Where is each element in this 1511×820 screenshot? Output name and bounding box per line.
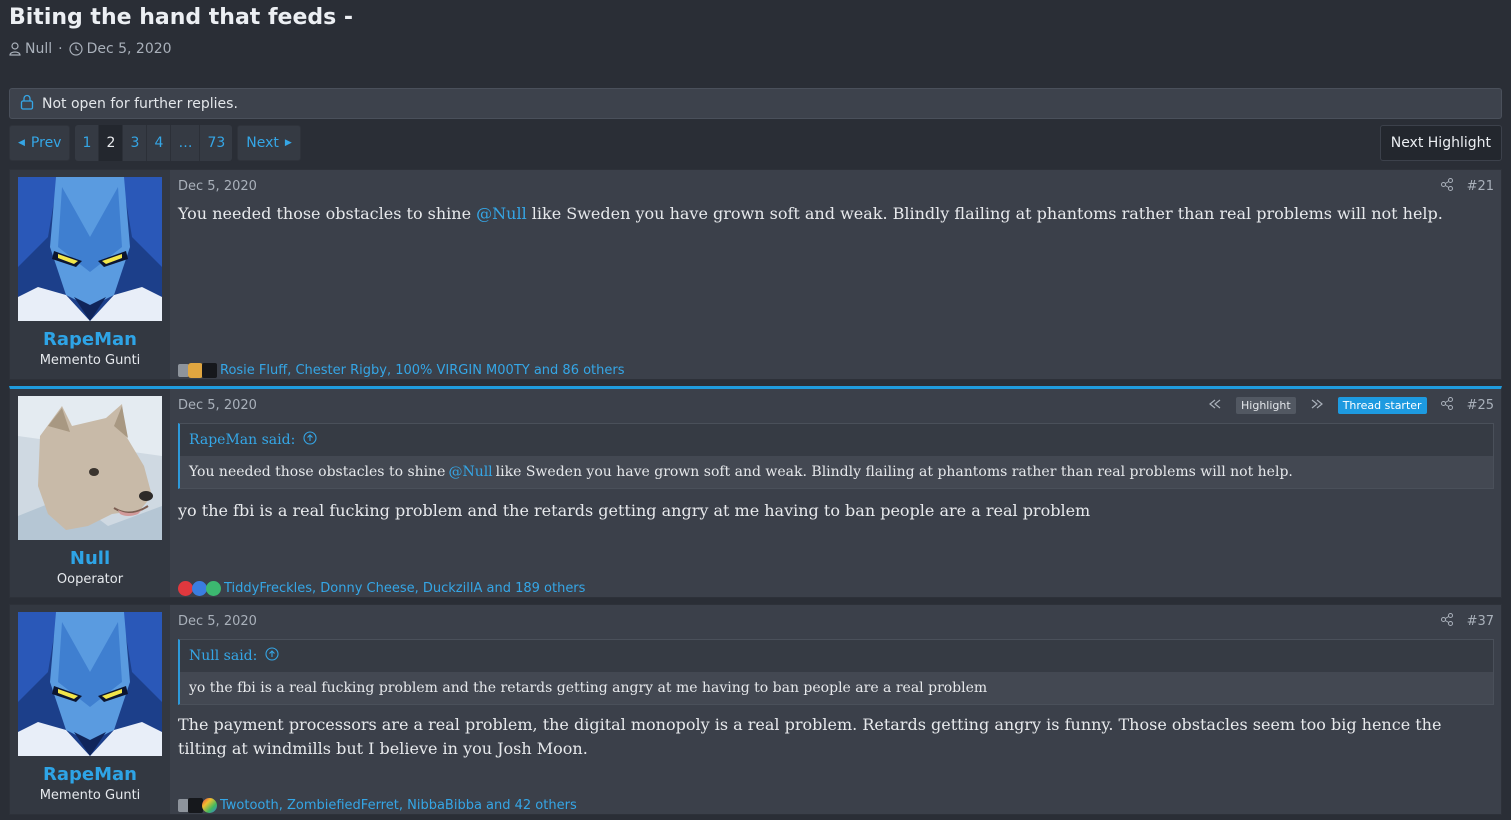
next-page-label: Next — [246, 135, 279, 151]
page-list: 1 2 3 4 … 73 — [75, 125, 233, 161]
post-date[interactable]: Dec 5, 2020 — [178, 614, 257, 629]
quote-mention-link[interactable]: @Null — [448, 464, 492, 480]
quote-author[interactable]: RapeMan said: — [189, 432, 295, 448]
post-username[interactable]: Null — [70, 548, 110, 569]
share-icon[interactable] — [1440, 177, 1453, 195]
lock-icon — [20, 94, 34, 114]
next-page-button[interactable]: Next ▶ — [237, 125, 301, 161]
page-link-1[interactable]: 1 — [75, 125, 100, 161]
avatar-null[interactable] — [18, 396, 162, 540]
thread-author-link[interactable]: Null — [25, 41, 52, 57]
quote-author[interactable]: Null said: — [189, 648, 257, 664]
thread-starter-badge: Thread starter — [1337, 396, 1427, 414]
reactions-list[interactable]: Twotooth, ZombiefiedFerret, NibbaBibba a… — [220, 798, 577, 813]
top-hat-reaction-icon — [202, 362, 217, 378]
post-37: RapeMan Memento Gunti Dec 5, 2020 #37 Nu… — [9, 604, 1502, 815]
reactions-bar[interactable]: Rosie Fluff, Chester Rigby, 100% VIRGIN … — [178, 361, 625, 379]
prev-page-button[interactable]: ◀ Prev — [9, 125, 71, 161]
post-user-cell: RapeMan Memento Gunti — [10, 605, 170, 814]
thread-meta: Null · Dec 5, 2020 — [9, 35, 1502, 63]
quote-text-after: like Sweden you have grown soft and weak… — [495, 464, 1293, 480]
quote-block: Null said: yo the fbi is a real fucking … — [178, 639, 1494, 705]
caret-left-icon: ◀ — [18, 138, 25, 148]
check-reaction-icon — [206, 580, 221, 596]
post-number-link[interactable]: #25 — [1467, 398, 1494, 413]
post-user-cell: Null Ooperator — [10, 389, 170, 597]
share-icon[interactable] — [1440, 612, 1453, 630]
reaction-icons — [178, 797, 217, 813]
reaction-icons — [178, 362, 217, 378]
page-link-73[interactable]: 73 — [200, 125, 232, 161]
avatar-rapeman[interactable] — [18, 177, 162, 321]
avatar-rapeman[interactable] — [18, 612, 162, 756]
next-highlight-button[interactable]: Next Highlight — [1379, 125, 1502, 161]
reactions-list[interactable]: Rosie Fluff, Chester Rigby, 100% VIRGIN … — [220, 363, 625, 378]
post-user-title: Ooperator — [56, 572, 124, 587]
thread-title: Biting the hand that feeds - — [9, 5, 354, 30]
post-number-link[interactable]: #37 — [1467, 614, 1494, 629]
post-25: Null Ooperator Dec 5, 2020 Highlight Thr… — [9, 386, 1502, 598]
prev-page-label: Prev — [30, 135, 62, 151]
quote-header[interactable]: Null said: — [180, 640, 1493, 672]
post-main: Dec 5, 2020 Highlight Thread starter #25 — [170, 389, 1501, 597]
quote-body: You needed those obstacles to shine ​@Nu… — [180, 456, 1493, 488]
reaction-icons — [178, 580, 221, 596]
page-link-4[interactable]: 4 — [147, 125, 172, 161]
puzzle-reaction-icon — [188, 362, 203, 378]
jump-up-icon[interactable] — [265, 647, 279, 665]
page-link-2[interactable]: 2 — [99, 125, 124, 161]
post-text-after: like Sweden you have grown soft and weak… — [526, 204, 1443, 223]
thread-date-link[interactable]: Dec 5, 2020 — [87, 41, 172, 57]
reactions-bar[interactable]: TiddyFreckles, Donny Cheese, DuckzillA a… — [178, 579, 585, 597]
top-hat-reaction-icon — [188, 797, 203, 813]
post-number-link[interactable]: #21 — [1467, 179, 1494, 194]
highlight-badge: Highlight — [1236, 396, 1296, 414]
quote-header[interactable]: RapeMan said: — [180, 424, 1493, 456]
meta-separator: · — [58, 41, 63, 57]
post-username[interactable]: RapeMan — [43, 329, 137, 350]
reactions-list[interactable]: TiddyFreckles, Donny Cheese, DuckzillA a… — [224, 581, 585, 596]
heart-reaction-icon — [178, 580, 193, 596]
post-username[interactable]: RapeMan — [43, 764, 137, 785]
closed-notice-text: Not open for further replies. — [42, 95, 238, 112]
closed-notice: Not open for further replies. — [9, 88, 1502, 119]
prev-highlight-icon[interactable] — [1208, 398, 1222, 413]
reactions-bar[interactable]: Twotooth, ZombiefiedFerret, NibbaBibba a… — [178, 796, 577, 814]
post-main: Dec 5, 2020 #21 You needed those obstacl… — [170, 170, 1501, 379]
quote-body: yo the fbi is a real fucking problem and… — [180, 672, 1493, 704]
post-body: The payment processors are a real proble… — [178, 715, 1442, 758]
caret-right-icon: ▶ — [284, 138, 292, 148]
post-date[interactable]: Dec 5, 2020 — [178, 398, 257, 413]
rainbow-reaction-icon — [202, 797, 217, 813]
page-navigation: ◀ Prev 1 2 3 4 … 73 Next ▶ — [9, 125, 301, 161]
quote-block: RapeMan said: You needed those obstacles… — [178, 423, 1494, 489]
page-jump-ellipsis[interactable]: … — [171, 125, 201, 161]
user-icon — [9, 42, 21, 56]
share-icon[interactable] — [1440, 396, 1453, 414]
post-user-cell: RapeMan Memento Gunti — [10, 170, 170, 379]
post-main: Dec 5, 2020 #37 Null said: yo the fbi is… — [170, 605, 1501, 814]
jump-up-icon[interactable] — [303, 431, 317, 449]
post-21: RapeMan Memento Gunti Dec 5, 2020 #21 Yo… — [9, 169, 1502, 380]
quote-text-before: You needed those obstacles to shine — [189, 464, 446, 480]
post-body: yo the fbi is a real fucking problem and… — [178, 501, 1091, 520]
next-highlight-icon[interactable] — [1310, 398, 1324, 413]
post-body: You needed those obstacles to shine @Nul… — [178, 202, 1494, 226]
post-user-title: Memento Gunti — [39, 788, 141, 803]
clock-icon — [68, 42, 83, 56]
post-text-before: You needed those obstacles to shine — [178, 204, 477, 223]
like-reaction-icon — [192, 580, 207, 596]
user-mention-link[interactable]: @Null — [476, 204, 527, 223]
page-link-3[interactable]: 3 — [123, 125, 148, 161]
post-date[interactable]: Dec 5, 2020 — [178, 179, 257, 194]
post-user-title: Memento Gunti — [39, 353, 141, 368]
